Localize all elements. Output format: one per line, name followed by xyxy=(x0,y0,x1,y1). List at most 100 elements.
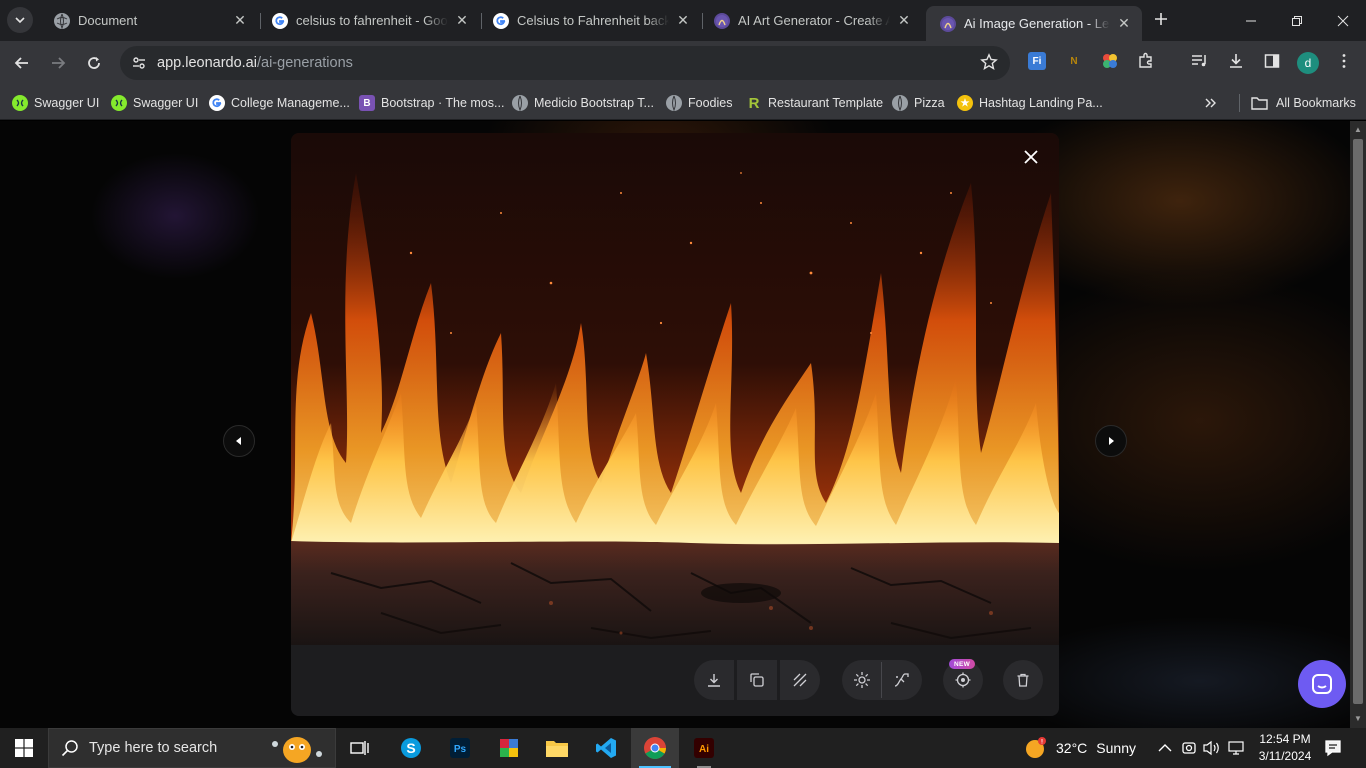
back-button[interactable] xyxy=(8,49,36,77)
generated-image[interactable] xyxy=(291,133,1059,645)
all-bookmarks-button[interactable]: All Bookmarks xyxy=(1251,92,1356,114)
close-icon[interactable]: ✕ xyxy=(454,12,470,29)
bookmark-item[interactable]: College Manageme... xyxy=(209,92,350,114)
bookmark-item[interactable]: Swagger UI xyxy=(111,92,198,114)
close-icon[interactable]: ✕ xyxy=(896,12,912,29)
tab-title: Document xyxy=(78,13,138,28)
close-icon[interactable]: ✕ xyxy=(675,12,691,29)
close-icon[interactable]: ✕ xyxy=(232,12,248,29)
remove-background-button[interactable] xyxy=(780,660,820,700)
search-icon xyxy=(61,740,78,757)
notifications-button[interactable] xyxy=(1323,738,1343,758)
clock-date: 3/11/2024 xyxy=(1258,749,1312,763)
unzoom-button[interactable] xyxy=(882,660,922,700)
bookmark-item[interactable]: Foodies xyxy=(666,92,732,114)
extension-fi-icon[interactable]: Fi xyxy=(1028,52,1046,70)
bookmark-item[interactable]: Swagger UI xyxy=(12,92,99,114)
download-icon[interactable] xyxy=(1227,52,1245,70)
skype-icon: S xyxy=(401,738,421,758)
address-bar[interactable]: app.leonardo.ai/ai-generations xyxy=(120,46,1010,80)
support-chat-button[interactable] xyxy=(1298,660,1346,708)
next-image-button[interactable] xyxy=(1095,425,1127,457)
show-hidden-icons-button[interactable] xyxy=(1155,738,1175,758)
forward-button[interactable] xyxy=(44,49,72,77)
upscale-icon xyxy=(854,672,870,688)
weather-widget[interactable]: ! 32°C Sunny xyxy=(1024,728,1136,768)
close-viewer-button[interactable] xyxy=(1019,145,1043,169)
tab-celsius-search[interactable]: celsius to fahrenheit - Google Search ✕ xyxy=(258,6,480,35)
taskbar-search[interactable]: Type here to search xyxy=(48,728,336,768)
extensions-puzzle-icon[interactable] xyxy=(1137,52,1155,70)
bookmark-item[interactable]: R Restaurant Template xyxy=(746,92,884,114)
leonardo-icon xyxy=(940,15,956,32)
taskbar-winrar[interactable] xyxy=(485,728,533,768)
copy-button[interactable] xyxy=(737,660,777,700)
tab-title: AI Art Generator - Create Art xyxy=(738,13,890,28)
download-button[interactable] xyxy=(694,660,734,700)
r-icon: R xyxy=(748,94,760,112)
bookmark-item[interactable]: Pizza xyxy=(892,92,945,114)
extension-colorpicker-icon[interactable] xyxy=(1101,52,1119,70)
leonardo-icon xyxy=(714,12,730,29)
svg-text:Ai: Ai xyxy=(699,744,709,755)
bookmark-item[interactable]: B Bootstrap · The mos... xyxy=(359,92,504,114)
upscale-button[interactable] xyxy=(842,660,882,700)
media-controls-icon[interactable] xyxy=(1190,52,1208,70)
restore-icon xyxy=(1292,15,1302,26)
volume-button[interactable] xyxy=(1202,738,1222,758)
network-icon xyxy=(1228,741,1244,755)
svg-text:!: ! xyxy=(1041,740,1043,746)
bookmark-label: Swagger UI xyxy=(133,96,199,110)
task-view-button[interactable] xyxy=(336,728,384,768)
chevron-up-icon xyxy=(1158,744,1172,752)
scroll-up-icon[interactable]: ▲ xyxy=(1354,126,1362,134)
scrollbar-thumb[interactable] xyxy=(1353,139,1363,704)
reload-button[interactable] xyxy=(80,49,108,77)
start-button[interactable] xyxy=(0,728,48,768)
side-panel-icon[interactable] xyxy=(1263,52,1281,70)
delete-button[interactable] xyxy=(1003,660,1043,700)
meet-now-button[interactable] xyxy=(1179,738,1199,758)
taskbar-skype[interactable]: S xyxy=(387,728,435,768)
arrow-left-icon xyxy=(14,57,28,69)
taskbar-vscode[interactable] xyxy=(582,728,630,768)
vscode-icon xyxy=(596,738,616,758)
scroll-down-icon[interactable]: ▼ xyxy=(1354,715,1362,723)
bookmark-item[interactable]: ★ Hashtag Landing Pa... xyxy=(957,92,1103,114)
more-menu-icon[interactable] xyxy=(1335,52,1353,70)
bookmark-label: Foodies xyxy=(688,96,733,110)
extension-n-icon[interactable]: N xyxy=(1065,52,1083,70)
trash-icon xyxy=(1017,673,1029,687)
taskbar-photoshop[interactable]: Ps xyxy=(436,728,484,768)
arrow-right-icon xyxy=(52,57,66,69)
network-button[interactable] xyxy=(1226,738,1246,758)
previous-image-button[interactable] xyxy=(223,425,255,457)
tab-document[interactable]: Document ✕ xyxy=(40,6,258,35)
bookmarks-overflow-button[interactable] xyxy=(1203,92,1217,114)
tab-ai-image-generation[interactable]: Ai Image Generation - Leonardo ✕ xyxy=(926,6,1142,41)
tab-title: Ai Image Generation - Leonardo xyxy=(964,16,1110,31)
close-icon[interactable]: ✕ xyxy=(1116,15,1132,32)
taskbar-illustrator[interactable]: Ai xyxy=(680,728,728,768)
system-clock[interactable]: 12:54 PM 3/11/2024 xyxy=(1250,731,1320,765)
new-tab-button[interactable] xyxy=(1150,8,1172,30)
double-chevron-right-icon xyxy=(1205,98,1216,108)
close-window-button[interactable] xyxy=(1320,0,1366,41)
tab-search-button[interactable] xyxy=(7,7,33,33)
bookmark-star-icon[interactable] xyxy=(980,53,998,76)
minimize-button[interactable] xyxy=(1228,0,1274,41)
taskbar-file-explorer[interactable] xyxy=(533,728,581,768)
google-icon xyxy=(209,95,225,111)
bookmark-item[interactable]: Medicio Bootstrap T... xyxy=(512,92,654,114)
tab-ai-art-generator[interactable]: AI Art Generator - Create Art ✕ xyxy=(700,6,922,35)
taskbar-chrome[interactable] xyxy=(631,728,679,768)
swagger-icon xyxy=(111,95,127,111)
globe-icon xyxy=(54,12,70,29)
tab-celsius-background[interactable]: Celsius to Fahrenheit background ✕ xyxy=(479,6,701,35)
windows-taskbar: Type here to search S Ps Ai ! 32°C Sunny xyxy=(0,728,1366,768)
winrar-icon xyxy=(500,739,518,757)
site-settings-icon[interactable] xyxy=(128,52,150,74)
profile-avatar[interactable]: d xyxy=(1297,52,1319,74)
restore-button[interactable] xyxy=(1274,0,1320,41)
page-scrollbar[interactable]: ▲ ▼ xyxy=(1350,121,1366,728)
